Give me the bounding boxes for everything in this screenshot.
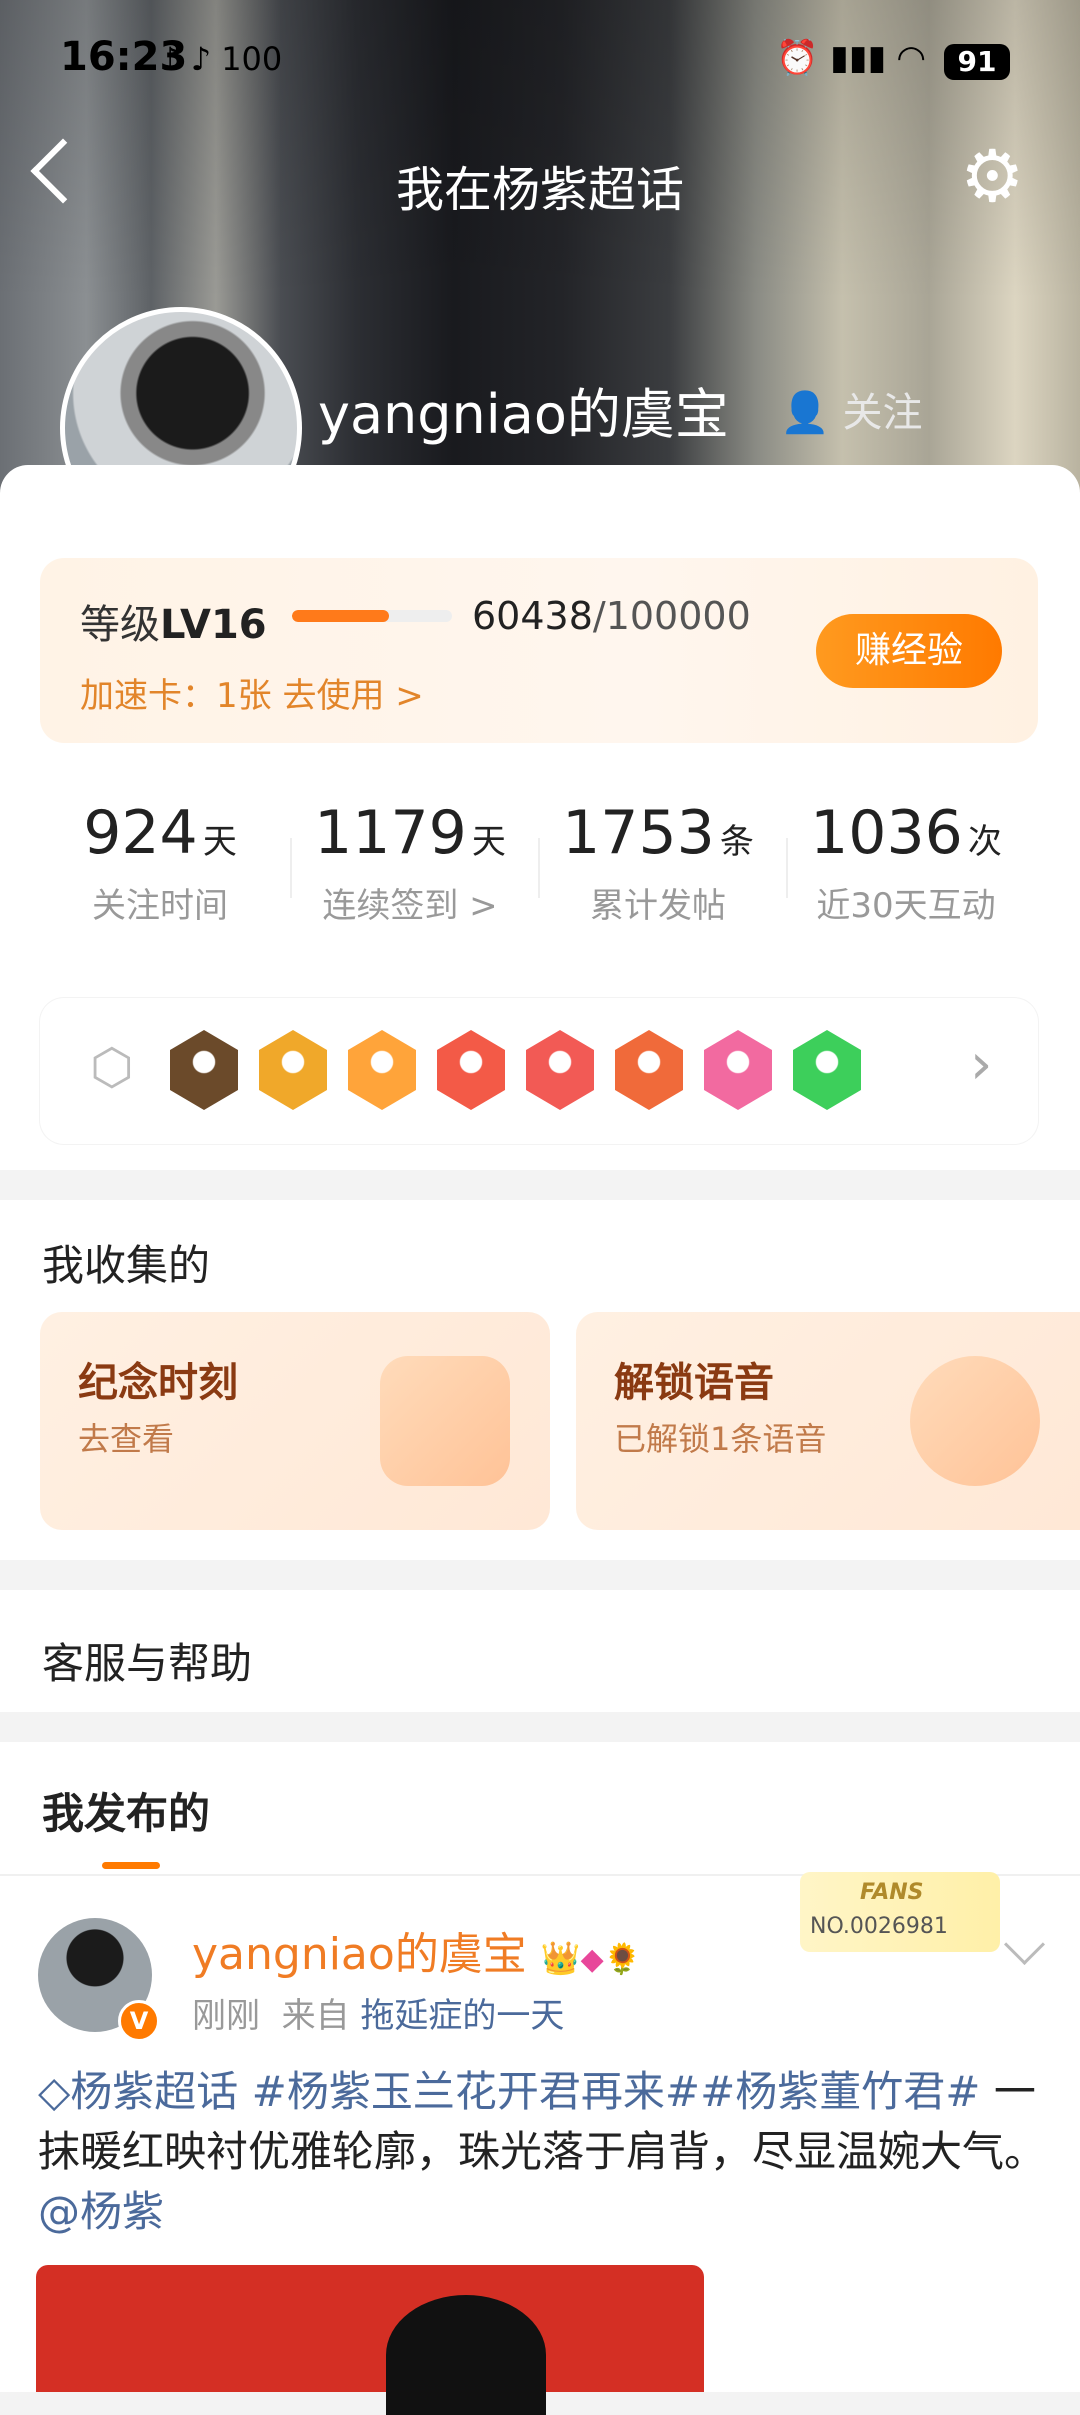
badge-wall-icon: ⬡ xyxy=(90,1038,134,1096)
voice-wave-icon xyxy=(910,1356,1040,1486)
tab-my-posts[interactable]: 我发布的 xyxy=(42,1780,210,1841)
notification-icons: ♪ ♪ 100 xyxy=(160,40,283,78)
level-value: LV16 xyxy=(160,602,267,648)
post-from-label: 来自 xyxy=(281,1996,350,2036)
stats-row: 924 天 关注时间 1179 天 连续签到 > 1753 条 累计发帖 103… xyxy=(40,768,1038,968)
tab-indicator xyxy=(102,1862,160,1869)
stat-label: 连续签到 > xyxy=(322,886,498,926)
battery-icon: 91 xyxy=(944,44,1010,80)
stat-label: 近30天互动 xyxy=(816,886,996,926)
hashtag-link[interactable]: #杨紫玉兰花开君再来# xyxy=(252,2067,700,2116)
fan-badge-icon xyxy=(526,1030,594,1110)
crown-badge-icon: 👑 xyxy=(540,1939,581,1977)
collection-subtitle: 已解锁1条语音 xyxy=(614,1420,827,1458)
fan-badge-icon xyxy=(704,1030,772,1110)
stat-number: 1036 xyxy=(810,798,963,868)
stat-posts: 1753 条 累计发帖 xyxy=(538,798,778,927)
profile-username: yangniao的虞宝 xyxy=(318,383,729,446)
post-author-text: yangniao的虞宝 xyxy=(192,1929,527,1980)
level-text: 等级LV16 xyxy=(80,592,267,650)
level-progress-bar xyxy=(292,610,452,622)
fans-label: FANS xyxy=(860,1880,924,1905)
exp-current: 60438 xyxy=(472,594,593,638)
collection-voice-card[interactable]: 解锁语音 已解锁1条语音 xyxy=(576,1312,1080,1530)
badge-wall[interactable]: ⬡ › xyxy=(40,998,1038,1144)
follow-hint: 👤 关注 xyxy=(780,390,923,436)
stat-unit: 天 xyxy=(471,822,506,862)
stat-unit: 次 xyxy=(967,822,1002,862)
signal-wifi-icons: ⏰ ▮▮▮ ◠ xyxy=(776,38,925,78)
stat-interactions: 1036 次 近30天互动 xyxy=(786,798,1026,927)
stat-label: 累计发帖 xyxy=(590,886,726,926)
post-time: 刚刚 xyxy=(192,1996,260,2036)
collection-subtitle: 去查看 xyxy=(78,1420,175,1458)
fan-badge-icon xyxy=(437,1030,505,1110)
stat-number: 1753 xyxy=(562,798,715,868)
collections-title: 我收集的 xyxy=(42,1241,211,1290)
section-gap xyxy=(0,1170,1080,1200)
collection-memorial-card[interactable]: 纪念时刻 去查看 xyxy=(40,1312,550,1530)
level-progress-fill xyxy=(292,610,389,622)
stat-checkin-days[interactable]: 1179 天 连续签到 > xyxy=(290,798,530,927)
fan-badge-icon xyxy=(348,1030,416,1110)
stat-number: 1179 xyxy=(314,798,467,868)
exp-total: /100000 xyxy=(592,594,751,638)
fan-badge-icon xyxy=(615,1030,683,1110)
top-nav: 我在杨紫超话 ⚙ xyxy=(0,138,1080,220)
stat-unit: 条 xyxy=(719,822,754,862)
help-title: 客服与帮助 xyxy=(42,1639,253,1688)
settings-gear-icon[interactable]: ⚙ xyxy=(960,140,1025,212)
flower-badge-icon: 🌻 xyxy=(603,1942,642,1977)
stat-number: 924 xyxy=(83,798,198,868)
status-bar: 16:23 ♪ ♪ 100 ⏰ ▮▮▮ ◠ 91 xyxy=(0,34,1080,94)
stat-label: 关注时间 xyxy=(92,886,228,926)
speed-card-link[interactable]: 加速卡：1张 去使用 > xyxy=(80,668,424,717)
follow-hint-text: 关注 xyxy=(842,390,923,436)
stat-unit: 天 xyxy=(202,822,237,862)
post-meta: 刚刚 来自 拖延症的一天 xyxy=(192,1988,564,2037)
fans-number-badge: FANS NO.0026981 xyxy=(800,1872,1000,1952)
fan-badge-icon xyxy=(170,1030,238,1110)
collection-title: 解锁语音 xyxy=(614,1360,774,1406)
collection-title: 纪念时刻 xyxy=(78,1360,238,1406)
hashtag-link[interactable]: #杨紫董竹君# xyxy=(700,2067,980,2116)
post-text: ◇杨紫超话 #杨紫玉兰花开君再来##杨紫董竹君# 一抹暖红映衬优雅轮廓，珠光落于… xyxy=(38,2062,1048,2242)
fan-badge-icon xyxy=(259,1030,327,1110)
mention-link[interactable]: @杨紫 xyxy=(38,2187,164,2236)
earn-exp-button[interactable]: 赚经验 xyxy=(816,614,1002,688)
level-badge-icon: ◆ xyxy=(580,1942,604,1977)
page-title: 我在杨紫超话 xyxy=(395,162,684,218)
post-source[interactable]: 拖延症的一天 xyxy=(360,1996,564,2036)
stat-follow-days: 924 天 关注时间 xyxy=(40,798,280,927)
post-image[interactable] xyxy=(36,2265,704,2415)
topic-link[interactable]: ◇杨紫超话 xyxy=(38,2067,238,2116)
level-label: 等级 xyxy=(80,602,160,648)
fans-number: NO.0026981 xyxy=(810,1914,948,1939)
chevron-right-icon[interactable]: › xyxy=(970,1032,992,1097)
exp-counter: 60438/100000 xyxy=(472,594,751,638)
post-author-name[interactable]: yangniao的虞宝 👑◆🌻 xyxy=(192,1918,641,1982)
verified-badge-icon: V xyxy=(118,2000,160,2042)
calendar-heart-icon xyxy=(380,1356,510,1486)
fan-badge-icon xyxy=(793,1030,861,1110)
